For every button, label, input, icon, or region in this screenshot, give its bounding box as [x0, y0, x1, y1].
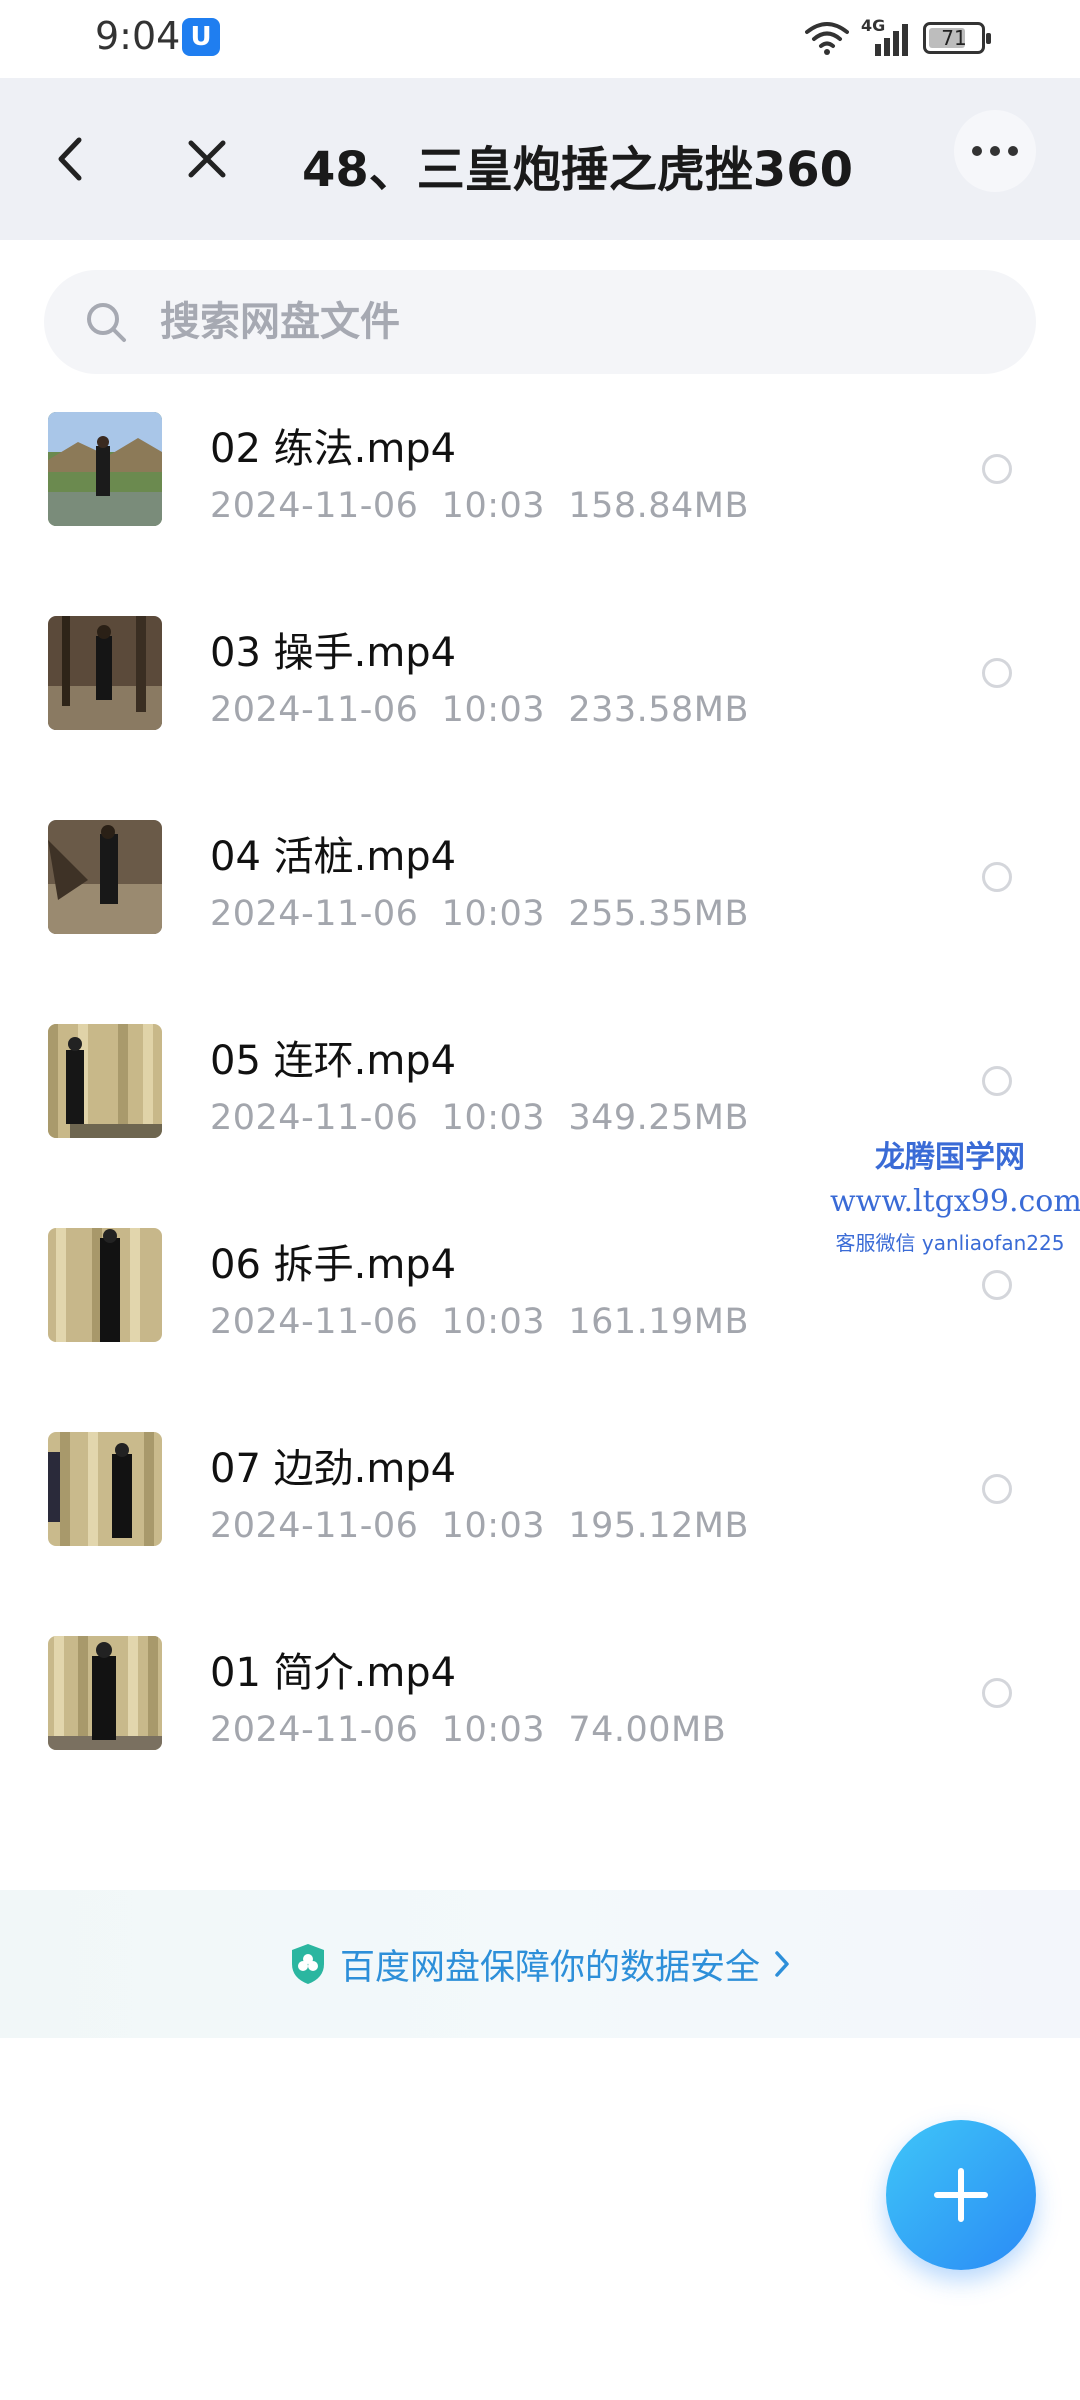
file-date: 2024-11-06 — [210, 1302, 419, 1342]
file-date: 2024-11-06 — [210, 1710, 419, 1750]
security-banner[interactable]: 百度网盘保障你的数据安全 — [0, 1890, 1080, 2038]
search-bar[interactable] — [44, 270, 1036, 374]
file-time: 10:03 — [441, 486, 546, 526]
more-horizontal-icon — [972, 146, 982, 156]
plus-icon — [934, 2168, 988, 2222]
video-thumbnail — [48, 1636, 162, 1750]
select-radio[interactable] — [982, 1678, 1012, 1708]
file-size: 195.12MB — [568, 1506, 749, 1546]
video-thumbnail — [48, 1024, 162, 1138]
file-size: 349.25MB — [568, 1098, 749, 1138]
file-date: 2024-11-06 — [210, 894, 419, 934]
file-time: 10:03 — [441, 1710, 546, 1750]
wifi-icon — [805, 22, 849, 55]
file-name: 04 活桩.mp4 — [210, 834, 457, 880]
back-button[interactable] — [36, 124, 106, 194]
app-notification-icon: U — [182, 18, 220, 56]
file-size: 158.84MB — [568, 486, 749, 526]
video-thumbnail — [48, 1228, 162, 1342]
battery-icon: 71 — [923, 22, 991, 54]
video-thumbnail — [48, 616, 162, 730]
top-app-bar: 48、三皇炮捶之虎挫360 — [0, 78, 1080, 240]
file-meta: 2024-11-06 10:03 158.84MB — [210, 486, 749, 526]
signal-indicator: 4G — [861, 16, 911, 58]
file-meta: 2024-11-06 10:03 349.25MB — [210, 1098, 749, 1138]
file-meta: 2024-11-06 10:03 255.35MB — [210, 894, 749, 934]
more-options-button[interactable] — [954, 110, 1036, 192]
file-row[interactable]: 02 练法.mp4 2024-11-06 10:03 158.84MB — [0, 404, 1080, 608]
shield-icon — [291, 1944, 324, 1984]
select-radio[interactable] — [982, 454, 1012, 484]
video-thumbnail — [48, 412, 162, 526]
file-size: 255.35MB — [568, 894, 749, 934]
file-time: 10:03 — [441, 1506, 546, 1546]
file-size: 161.19MB — [568, 1302, 749, 1342]
more-horizontal-icon — [990, 146, 1000, 156]
battery-percent: 71 — [941, 26, 967, 50]
add-button[interactable] — [886, 2120, 1036, 2270]
watermark-url: www.ltgx99.com — [830, 1184, 1080, 1219]
file-time: 10:03 — [441, 1302, 546, 1342]
file-row[interactable]: 07 边劲.mp4 2024-11-06 10:03 195.12MB — [0, 1424, 1080, 1628]
file-size: 233.58MB — [568, 690, 749, 730]
video-thumbnail — [48, 820, 162, 934]
page-title: 48、三皇炮捶之虎挫360 — [302, 142, 853, 198]
file-name: 05 连环.mp4 — [210, 1038, 457, 1084]
watermark-contact: 客服微信 yanliaofan225 — [835, 1231, 1065, 1255]
file-date: 2024-11-06 — [210, 1506, 419, 1546]
file-name: 02 练法.mp4 — [210, 426, 457, 472]
more-horizontal-icon — [1008, 146, 1018, 156]
file-date: 2024-11-06 — [210, 690, 419, 730]
file-list: 02 练法.mp4 2024-11-06 10:03 158.84MB 03 操… — [0, 404, 1080, 1832]
select-radio[interactable] — [982, 1474, 1012, 1504]
file-row[interactable]: 01 简介.mp4 2024-11-06 10:03 74.00MB — [0, 1628, 1080, 1832]
file-time: 10:03 — [441, 894, 546, 934]
status-time: 9:04 — [95, 14, 181, 58]
watermark-title: 龙腾国学网 — [875, 1140, 1025, 1175]
chevron-right-icon — [775, 1951, 789, 1977]
file-name: 03 操手.mp4 — [210, 630, 457, 676]
close-button[interactable] — [172, 124, 242, 194]
status-indicators: 4G 71 — [805, 16, 991, 60]
select-radio[interactable] — [982, 658, 1012, 688]
select-radio[interactable] — [982, 862, 1012, 892]
file-row[interactable]: 04 活桩.mp4 2024-11-06 10:03 255.35MB — [0, 812, 1080, 1016]
file-name: 07 边劲.mp4 — [210, 1446, 457, 1492]
file-meta: 2024-11-06 10:03 195.12MB — [210, 1506, 749, 1546]
signal-icon — [875, 24, 908, 56]
search-input[interactable] — [160, 270, 980, 374]
file-date: 2024-11-06 — [210, 486, 419, 526]
file-meta: 2024-11-06 10:03 161.19MB — [210, 1302, 749, 1342]
select-radio[interactable] — [982, 1066, 1012, 1096]
file-meta: 2024-11-06 10:03 74.00MB — [210, 1710, 726, 1750]
file-time: 10:03 — [441, 690, 546, 730]
chevron-left-icon — [58, 137, 82, 181]
video-thumbnail — [48, 1432, 162, 1546]
file-meta: 2024-11-06 10:03 233.58MB — [210, 690, 749, 730]
watermark: 龙腾国学网 www.ltgx99.com 客服微信 yanliaofan225 — [830, 1132, 1080, 1256]
file-date: 2024-11-06 — [210, 1098, 419, 1138]
file-size: 74.00MB — [568, 1710, 727, 1750]
file-time: 10:03 — [441, 1098, 546, 1138]
file-name: 06 拆手.mp4 — [210, 1242, 457, 1288]
select-radio[interactable] — [982, 1270, 1012, 1300]
file-name: 01 简介.mp4 — [210, 1650, 457, 1696]
search-icon — [87, 303, 126, 342]
status-bar: 9:04 U 4G 71 — [0, 0, 1080, 78]
file-row[interactable]: 03 操手.mp4 2024-11-06 10:03 233.58MB — [0, 608, 1080, 812]
close-icon — [188, 140, 226, 178]
security-banner-text: 百度网盘保障你的数据安全 — [339, 1947, 760, 1988]
